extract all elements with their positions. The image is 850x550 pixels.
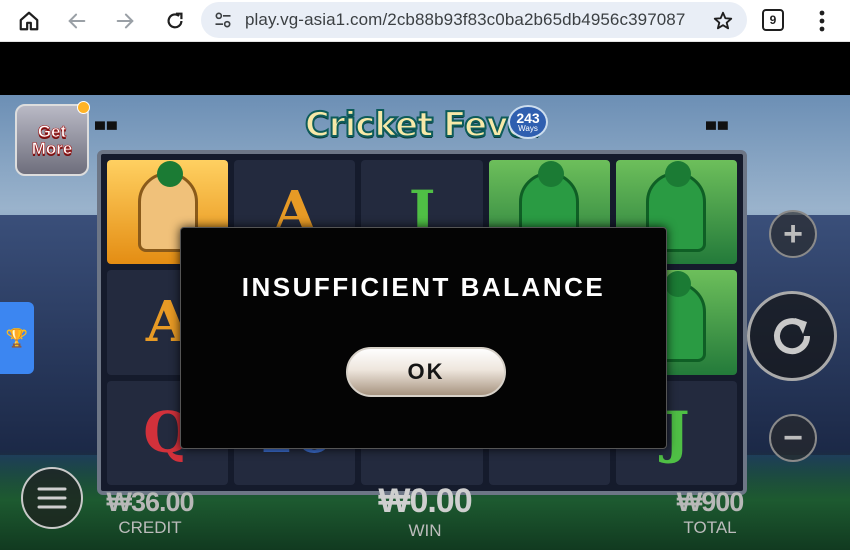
ways-number: 243 — [516, 110, 540, 126]
bet-increase-button[interactable]: + — [769, 210, 817, 258]
bet-decrease-button[interactable]: − — [769, 414, 817, 462]
url-input[interactable] — [245, 10, 685, 30]
get-more-line2: More — [31, 139, 73, 158]
ways-badge: 243 Ways — [508, 105, 548, 139]
tune-icon[interactable] — [201, 10, 245, 30]
menu-hamburger-icon[interactable] — [21, 467, 83, 529]
notification-dot — [77, 101, 90, 114]
kebab-menu-icon[interactable] — [810, 4, 834, 38]
spin-button[interactable] — [747, 291, 837, 381]
dialog-message: INSUFFICIENT BALANCE — [241, 272, 606, 302]
trophy-icon[interactable]: 🏆 — [0, 302, 34, 374]
win-value: ₩0.00 — [378, 482, 472, 520]
get-more-button[interactable]: Get More — [15, 104, 89, 176]
back-arrow-icon[interactable] — [60, 4, 94, 38]
browser-toolbar: 9 — [0, 0, 850, 42]
tab-count: 9 — [769, 13, 777, 27]
floodlight-icon: ▀▀ — [706, 121, 730, 137]
insufficient-balance-dialog: INSUFFICIENT BALANCE OK — [180, 227, 667, 449]
total-value: ₩900 — [676, 487, 745, 517]
star-icon[interactable] — [706, 4, 740, 38]
ways-label: Ways — [518, 124, 538, 133]
address-bar[interactable] — [201, 2, 747, 38]
floodlight-icon: ▀▀ — [95, 121, 119, 137]
credit-stat: ₩36.00 CREDIT — [95, 487, 205, 538]
credit-value: ₩36.00 — [106, 487, 194, 517]
game-logo: Cricket Fever 243 Ways — [300, 95, 550, 155]
total-label: TOTAL — [683, 518, 737, 537]
total-stat: ₩900 TOTAL — [660, 487, 760, 538]
forward-arrow-icon[interactable] — [108, 4, 142, 38]
tab-switcher-button[interactable]: 9 — [762, 9, 784, 31]
win-stat: ₩0.00 WIN — [360, 482, 490, 541]
credit-label: CREDIT — [118, 518, 182, 537]
ok-button[interactable]: OK — [346, 347, 506, 397]
reload-icon[interactable] — [158, 4, 192, 38]
home-icon[interactable] — [12, 4, 46, 38]
win-label: WIN — [408, 521, 442, 540]
